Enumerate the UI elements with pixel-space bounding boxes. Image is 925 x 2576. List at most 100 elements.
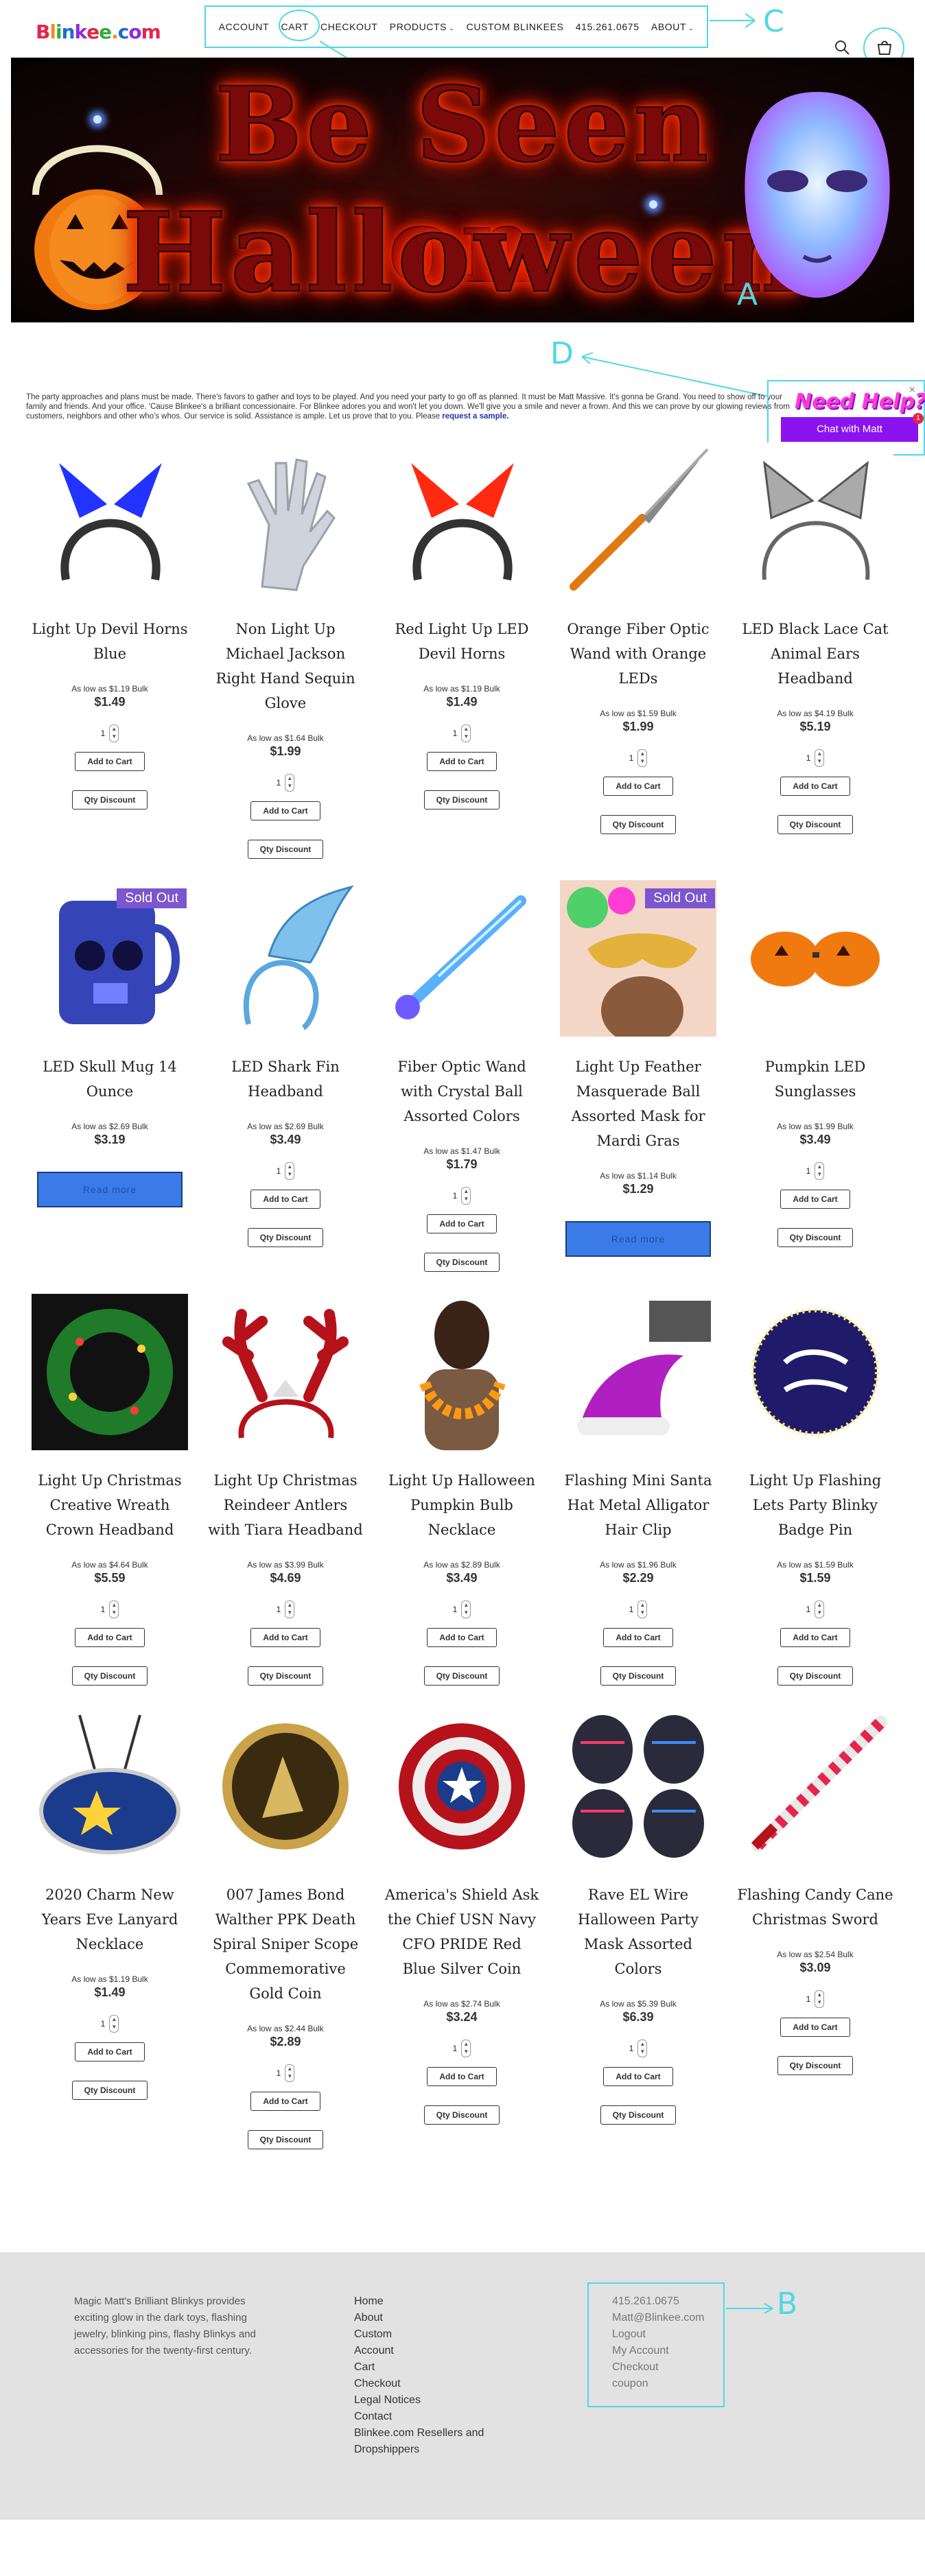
- quantity-selector[interactable]: 1 ▲ ▼: [379, 1187, 544, 1205]
- product-image[interactable]: [560, 442, 716, 599]
- product-image[interactable]: [32, 442, 188, 599]
- product-card[interactable]: Light Up Christmas Reindeer Antlers with…: [203, 1294, 368, 1686]
- add-to-cart-button[interactable]: Add to Cart: [603, 2067, 673, 2086]
- quantity-value[interactable]: 1: [101, 1605, 106, 1614]
- quantity-stepper-icon[interactable]: ▲ ▼: [637, 1600, 648, 1618]
- quantity-stepper-icon[interactable]: ▲ ▼: [461, 1187, 471, 1205]
- add-to-cart-button[interactable]: Add to Cart: [250, 801, 320, 820]
- add-to-cart-button[interactable]: Add to Cart: [603, 777, 673, 796]
- quantity-value[interactable]: 1: [277, 1166, 281, 1176]
- product-name[interactable]: Light Up Flashing Lets Party Blinky Badg…: [733, 1468, 898, 1542]
- quantity-selector[interactable]: 1 ▲ ▼: [379, 1600, 544, 1618]
- quantity-value[interactable]: 1: [806, 1994, 811, 2004]
- product-name[interactable]: Rave EL Wire Halloween Party Mask Assort…: [556, 1882, 721, 1981]
- product-card[interactable]: Sold Out LED Skull Mug 14 Ounce As low as …: [27, 880, 192, 1207]
- product-name[interactable]: Light Up Feather Masquerade Ball Assorte…: [556, 1054, 721, 1153]
- product-card[interactable]: Orange Fiber Optic Wand with Orange LEDs…: [556, 442, 721, 834]
- product-card[interactable]: Non Light Up Michael Jackson Right Hand …: [203, 442, 368, 859]
- add-to-cart-button[interactable]: Add to Cart: [780, 777, 850, 796]
- footer-link-checkout[interactable]: Checkout: [354, 2376, 519, 2392]
- qty-discount-button[interactable]: Qty Discount: [248, 1666, 323, 1686]
- add-to-cart-button[interactable]: Add to Cart: [427, 2067, 497, 2086]
- quantity-selector[interactable]: 1 ▲ ▼: [203, 1600, 368, 1618]
- read-more-button[interactable]: Read more: [37, 1172, 183, 1207]
- quantity-selector[interactable]: 1 ▲ ▼: [27, 1600, 192, 1618]
- product-card[interactable]: LED Black Lace Cat Animal Ears Headband A…: [733, 442, 898, 834]
- quantity-value[interactable]: 1: [453, 729, 458, 738]
- quantity-selector[interactable]: 1 ▲ ▼: [556, 2040, 721, 2057]
- product-name[interactable]: Light Up Devil Horns Blue: [27, 617, 192, 666]
- product-name[interactable]: Orange Fiber Optic Wand with Orange LEDs: [556, 617, 721, 691]
- quantity-selector[interactable]: 1 ▲ ▼: [203, 1162, 368, 1180]
- chat-with-matt-button[interactable]: Chat with Matt: [781, 417, 918, 442]
- qty-discount-button[interactable]: Qty Discount: [424, 1666, 500, 1686]
- quantity-selector[interactable]: 1 ▲ ▼: [203, 2064, 368, 2082]
- product-card[interactable]: Red Light Up LED Devil Horns As low as $1…: [379, 442, 544, 810]
- read-more-button[interactable]: Read more: [565, 1221, 711, 1257]
- qty-discount-button[interactable]: Qty Discount: [777, 815, 853, 834]
- nav-products[interactable]: PRODUCTS ⌄: [390, 21, 455, 32]
- quantity-stepper-icon[interactable]: ▲ ▼: [815, 749, 825, 767]
- footer-link-custom[interactable]: Custom: [354, 2326, 519, 2343]
- product-card[interactable]: Flashing Candy Cane Christmas Sword As lo…: [733, 1708, 898, 2075]
- product-name[interactable]: Light Up Christmas Reindeer Antlers with…: [203, 1468, 368, 1542]
- product-name[interactable]: Fiber Optic Wand with Crystal Ball Assor…: [379, 1054, 544, 1129]
- qty-discount-button[interactable]: Qty Discount: [600, 2105, 676, 2125]
- product-image[interactable]: [384, 442, 540, 599]
- add-to-cart-button[interactable]: Add to Cart: [603, 1628, 673, 1647]
- product-image[interactable]: Sold Out: [32, 880, 188, 1037]
- product-name[interactable]: LED Shark Fin Headband: [203, 1054, 368, 1104]
- qty-discount-button[interactable]: Qty Discount: [600, 1666, 676, 1686]
- nav-about[interactable]: ABOUT ⌄: [651, 21, 694, 32]
- product-name[interactable]: Light Up Halloween Pumpkin Bulb Necklace: [379, 1468, 544, 1542]
- nav-phone[interactable]: 415.261.0675: [576, 21, 640, 32]
- quantity-value[interactable]: 1: [806, 1605, 811, 1614]
- product-image[interactable]: [560, 1294, 716, 1450]
- product-card[interactable]: Light Up Christmas Creative Wreath Crown…: [27, 1294, 192, 1686]
- add-to-cart-button[interactable]: Add to Cart: [75, 1628, 145, 1647]
- add-to-cart-button[interactable]: Add to Cart: [780, 1190, 850, 1209]
- quantity-stepper-icon[interactable]: ▲ ▼: [109, 1600, 119, 1618]
- footer-link-legal[interactable]: Legal Notices: [354, 2392, 519, 2409]
- quantity-stepper-icon[interactable]: ▲ ▼: [461, 1600, 471, 1618]
- product-image[interactable]: [207, 880, 364, 1037]
- product-name[interactable]: America's Shield Ask the Chief USN Navy …: [379, 1882, 544, 1981]
- quantity-stepper-icon[interactable]: ▲ ▼: [637, 749, 648, 767]
- quantity-selector[interactable]: 1 ▲ ▼: [733, 1162, 898, 1180]
- quantity-stepper-icon[interactable]: ▲ ▼: [461, 724, 471, 742]
- search-icon[interactable]: [833, 38, 851, 56]
- qty-discount-button[interactable]: Qty Discount: [248, 2130, 323, 2149]
- product-name[interactable]: 007 James Bond Walther PPK Death Spiral …: [203, 1882, 368, 2006]
- quantity-value[interactable]: 1: [453, 1191, 458, 1201]
- product-card[interactable]: Light Up Flashing Lets Party Blinky Badg…: [733, 1294, 898, 1686]
- quantity-stepper-icon[interactable]: ▲ ▼: [285, 1600, 295, 1618]
- product-image[interactable]: [560, 1708, 716, 1865]
- quantity-selector[interactable]: 1 ▲ ▼: [379, 2040, 544, 2057]
- product-name[interactable]: Pumpkin LED Sunglasses: [733, 1054, 898, 1104]
- quantity-value[interactable]: 1: [453, 1605, 458, 1614]
- product-name[interactable]: Flashing Candy Cane Christmas Sword: [733, 1882, 898, 1932]
- footer-link-cart[interactable]: Cart: [354, 2359, 519, 2376]
- product-image[interactable]: Sold Out: [560, 880, 716, 1037]
- quantity-value[interactable]: 1: [277, 2068, 281, 2078]
- add-to-cart-button[interactable]: Add to Cart: [250, 1190, 320, 1209]
- quantity-selector[interactable]: 1 ▲ ▼: [733, 1990, 898, 2008]
- footer-email[interactable]: Matt@Blinkee.com: [612, 2310, 729, 2326]
- add-to-cart-button[interactable]: Add to Cart: [250, 2092, 320, 2111]
- quantity-selector[interactable]: 1 ▲ ▼: [27, 724, 192, 742]
- product-name[interactable]: Red Light Up LED Devil Horns: [379, 617, 544, 666]
- product-card[interactable]: 2020 Charm New Years Eve Lanyard Necklac…: [27, 1708, 192, 2100]
- quantity-value[interactable]: 1: [629, 2044, 634, 2053]
- footer-phone[interactable]: 415.261.0675: [612, 2293, 729, 2310]
- product-image[interactable]: [384, 1708, 540, 1865]
- add-to-cart-button[interactable]: Add to Cart: [427, 1628, 497, 1647]
- footer-coupon[interactable]: coupon: [612, 2376, 729, 2392]
- halloween-banner[interactable]: Be Seen on Halloween A: [11, 58, 914, 322]
- chat-widget[interactable]: Need Help? × Chat with Matt 1: [781, 384, 925, 443]
- qty-discount-button[interactable]: Qty Discount: [248, 840, 323, 859]
- product-image[interactable]: [384, 880, 540, 1037]
- footer-link-account[interactable]: Account: [354, 2343, 519, 2359]
- quantity-value[interactable]: 1: [277, 778, 281, 788]
- quantity-stepper-icon[interactable]: ▲ ▼: [461, 2040, 471, 2057]
- product-card[interactable]: America's Shield Ask the Chief USN Navy …: [379, 1708, 544, 2125]
